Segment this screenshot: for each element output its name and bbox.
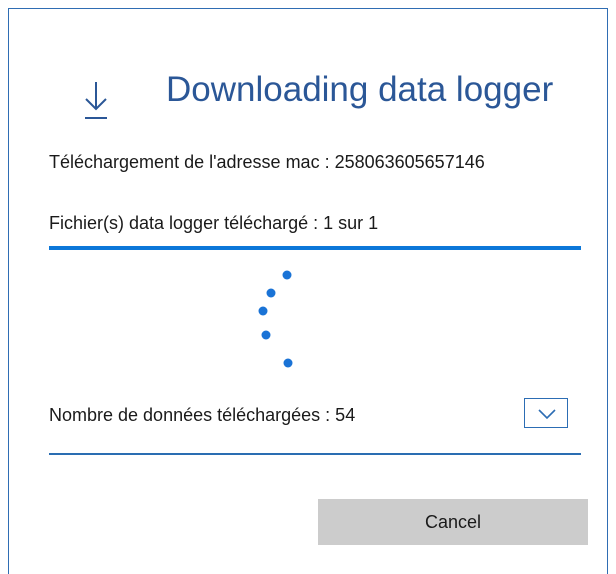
loading-spinner-icon	[258, 270, 293, 368]
expand-details-button[interactable]	[524, 398, 568, 428]
download-arrow-icon	[85, 82, 107, 119]
chevron-down-icon	[538, 409, 556, 420]
data-count-status: Nombre de données téléchargées : 54	[49, 405, 356, 425]
spinner-dot	[266, 288, 276, 298]
spinner-dot	[282, 270, 292, 280]
cancel-button[interactable]: Cancel	[318, 499, 588, 545]
files-downloaded-status: Fichier(s) data logger téléchargé : 1 su…	[49, 213, 379, 233]
spinner-dot	[261, 330, 271, 340]
mac-address-status: Téléchargement de l'adresse mac : 258063…	[49, 152, 485, 172]
download-progress-bar	[49, 246, 581, 250]
spinner-dot	[258, 306, 268, 316]
spinner-dot	[283, 358, 293, 368]
separator-line	[49, 453, 581, 455]
dialog-title: Downloading data logger	[166, 70, 554, 109]
